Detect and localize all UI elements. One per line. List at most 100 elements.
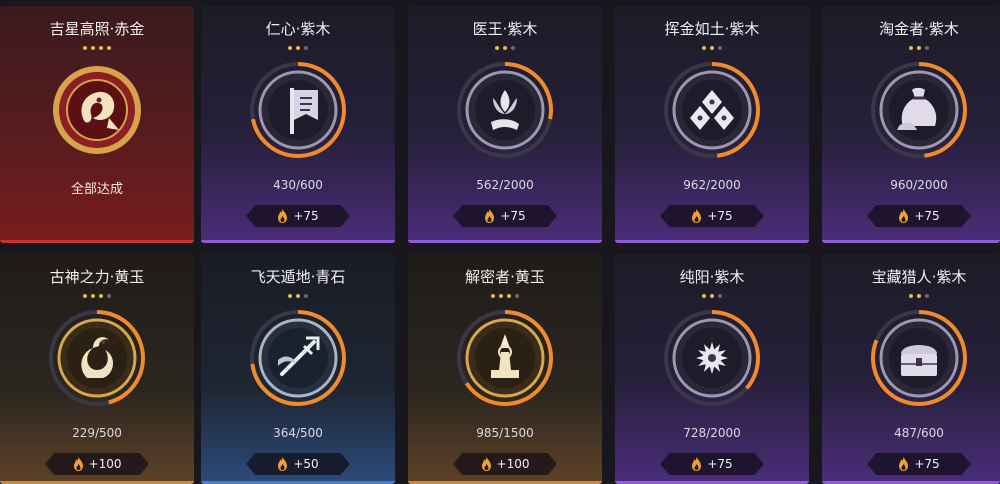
- achievement-card[interactable]: 仁心·紫木 430/600 +75: [201, 6, 395, 243]
- card-title: 宝藏猎人·紫木: [871, 268, 967, 286]
- progress-text: 364/500: [273, 426, 323, 440]
- star-rating: [822, 44, 1000, 50]
- reward-value: +75: [500, 209, 526, 223]
- reward-value: +75: [914, 209, 940, 223]
- star-dot: [917, 45, 921, 50]
- card-title: 解密者·黄玉: [465, 268, 545, 286]
- star-rating: [615, 292, 809, 298]
- star-dot: [107, 293, 111, 298]
- progress-text: 960/2000: [890, 178, 948, 192]
- progress-text: 562/2000: [476, 178, 534, 192]
- reward-badge: +50: [246, 453, 350, 475]
- progress-text: 985/1500: [476, 426, 534, 440]
- star-dot: [925, 45, 929, 50]
- achievement-card[interactable]: 解密者·黄玉 985/1500 +100: [408, 254, 602, 484]
- star-dot: [91, 293, 95, 298]
- achievement-card[interactable]: 医王·紫木 562/2000 +75: [408, 6, 602, 243]
- banner-flag-icon: [250, 62, 346, 158]
- reward-badge: +75: [660, 453, 764, 475]
- star-dot: [718, 293, 722, 298]
- card-title: 挥金如土·紫木: [664, 20, 760, 38]
- reward-value: +50: [293, 457, 319, 471]
- flame-icon: [899, 457, 909, 471]
- reward-badge: +100: [453, 453, 557, 475]
- reward-value: +100: [496, 457, 530, 471]
- reward-value: +75: [914, 457, 940, 471]
- progress-text: 728/2000: [683, 426, 741, 440]
- card-title: 仁心·紫木: [265, 20, 331, 38]
- serpent-god-icon: [49, 310, 145, 406]
- progress-text: 487/600: [894, 426, 944, 440]
- star-dot: [702, 293, 706, 298]
- star-dot: [83, 45, 87, 50]
- card-title: 古神之力·黄玉: [49, 268, 145, 286]
- star-dot: [99, 45, 103, 50]
- flame-icon: [278, 209, 288, 223]
- achievement-card[interactable]: 飞天遁地·青石 364/500 +50: [201, 254, 395, 484]
- card-title: 飞天遁地·青石: [250, 268, 346, 286]
- card-title: 吉星高照·赤金: [49, 20, 145, 38]
- progress-text: 430/600: [273, 178, 323, 192]
- reward-badge: +75: [246, 205, 350, 227]
- star-rating: [408, 44, 602, 50]
- star-rating: [615, 44, 809, 50]
- star-dot: [304, 293, 308, 298]
- sun-emblem-icon: [664, 310, 760, 406]
- achievement-card[interactable]: 吉星高照·赤金 全部达成: [0, 6, 194, 243]
- star-dot: [304, 45, 308, 50]
- reward-value: +75: [707, 457, 733, 471]
- star-dot: [288, 45, 292, 50]
- star-dot: [925, 293, 929, 298]
- star-rating: [201, 292, 395, 298]
- flame-icon: [692, 457, 702, 471]
- star-dot: [491, 293, 495, 298]
- star-dot: [83, 293, 87, 298]
- star-dot: [710, 45, 714, 50]
- gold-ingots-icon: [664, 62, 760, 158]
- progress-text: 962/2000: [683, 178, 741, 192]
- star-dot: [296, 293, 300, 298]
- reward-badge: +75: [867, 453, 971, 475]
- star-dot: [511, 45, 515, 50]
- flame-icon: [73, 457, 83, 471]
- achievement-card[interactable]: 宝藏猎人·紫木 487/600 +75: [822, 254, 1000, 484]
- star-dot: [909, 45, 913, 50]
- star-dot: [495, 45, 499, 50]
- achievement-card[interactable]: 挥金如土·紫木 962/2000 +75: [615, 6, 809, 243]
- achievement-card[interactable]: 淘金者·紫木 960/2000 +75: [822, 6, 1000, 243]
- star-rating: [0, 44, 194, 50]
- card-title: 医王·紫木: [472, 20, 538, 38]
- flame-icon: [481, 457, 491, 471]
- star-dot: [718, 45, 722, 50]
- star-dot: [499, 293, 503, 298]
- star-dot: [99, 293, 103, 298]
- star-dot: [296, 45, 300, 50]
- card-title: 纯阳·紫木: [679, 268, 745, 286]
- star-dot: [107, 45, 111, 50]
- flame-icon: [899, 209, 909, 223]
- star-rating: [408, 292, 602, 298]
- star-rating: [822, 292, 1000, 298]
- star-rating: [201, 44, 395, 50]
- flame-icon: [485, 209, 495, 223]
- reward-badge: +75: [453, 205, 557, 227]
- reward-value: +100: [88, 457, 122, 471]
- star-dot: [702, 45, 706, 50]
- koi-fish-icon: [53, 66, 141, 154]
- achievement-card[interactable]: 纯阳·紫木 728/2000 +75: [615, 254, 809, 484]
- star-dot: [515, 293, 519, 298]
- star-dot: [91, 45, 95, 50]
- reward-badge: +75: [660, 205, 764, 227]
- star-dot: [710, 293, 714, 298]
- star-dot: [909, 293, 913, 298]
- star-dot: [917, 293, 921, 298]
- card-title: 淘金者·紫木: [879, 20, 959, 38]
- achievement-card[interactable]: 古神之力·黄玉 229/500 +100: [0, 254, 194, 484]
- star-rating: [0, 292, 194, 298]
- progress-text: 229/500: [72, 426, 122, 440]
- star-dot: [288, 293, 292, 298]
- flame-icon: [692, 209, 702, 223]
- trident-icon: [250, 310, 346, 406]
- reward-badge: +100: [45, 453, 149, 475]
- reward-badge: +75: [867, 205, 971, 227]
